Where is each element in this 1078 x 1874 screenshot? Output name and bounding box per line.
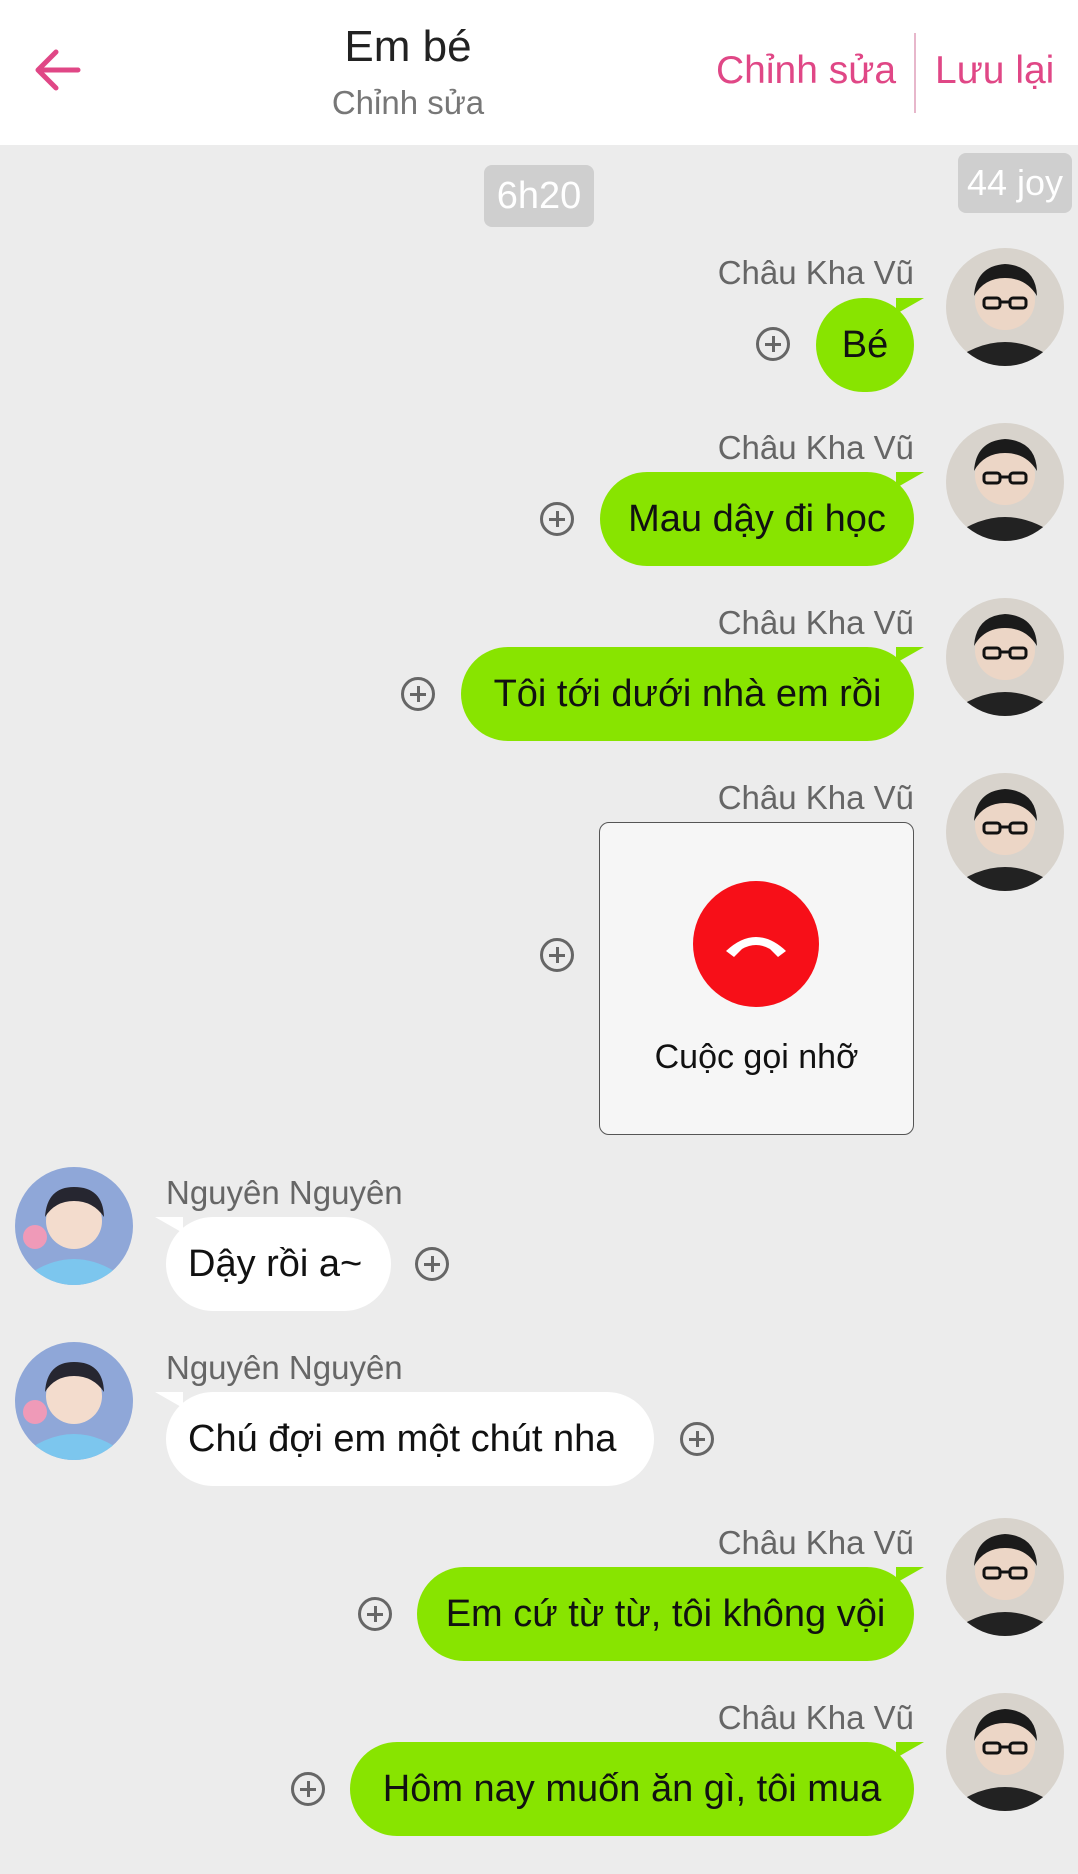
missed-call-icon <box>693 881 819 1007</box>
add-reaction-icon[interactable] <box>540 502 574 536</box>
sender-name: Châu Kha Vũ <box>717 604 914 641</box>
avatar-chau-kha-vu[interactable] <box>946 598 1064 716</box>
joy-badge: 44 joy <box>958 153 1072 213</box>
avatar-nguyen-nguyen[interactable] <box>15 1167 133 1285</box>
sender-name: Châu Kha Vũ <box>717 429 914 466</box>
message-bubble[interactable]: Em cứ từ từ, tôi không vội <box>417 1567 914 1661</box>
bubble-tail <box>896 472 924 488</box>
message-bubble[interactable]: Dậy rồi a~ <box>166 1217 391 1311</box>
chat-subtitle: Chỉnh sửa <box>331 84 485 121</box>
bubble-tail <box>896 298 924 314</box>
missed-call-card[interactable]: Cuộc gọi nhỡ <box>599 822 914 1135</box>
missed-call-label: Cuộc gọi nhỡ <box>654 1038 859 1076</box>
chat-title: Em bé <box>344 22 472 71</box>
bubble-tail <box>896 647 924 663</box>
message-bubble[interactable]: Chú đợi em một chút nha <box>166 1392 654 1486</box>
add-reaction-icon[interactable] <box>756 327 790 361</box>
add-reaction-icon[interactable] <box>415 1247 449 1281</box>
avatar-chau-kha-vu[interactable] <box>946 1693 1064 1811</box>
avatar-chau-kha-vu[interactable] <box>946 1518 1064 1636</box>
avatar-chau-kha-vu[interactable] <box>946 423 1064 541</box>
add-reaction-icon[interactable] <box>540 938 574 972</box>
save-button[interactable]: Lưu lại <box>935 49 1054 93</box>
sender-name: Châu Kha Vũ <box>717 254 914 291</box>
add-reaction-icon[interactable] <box>680 1422 714 1456</box>
add-reaction-icon[interactable] <box>401 677 435 711</box>
message-bubble[interactable]: Mau dậy đi học <box>600 472 914 566</box>
sender-name: Châu Kha Vũ <box>717 1699 914 1736</box>
avatar-nguyen-nguyen[interactable] <box>15 1342 133 1460</box>
time-separator: 6h20 <box>484 165 594 227</box>
sender-name: Nguyên Nguyên <box>166 1349 403 1386</box>
bubble-tail <box>896 1567 924 1583</box>
message-bubble[interactable]: Tôi tới dưới nhà em rồi <box>461 647 914 741</box>
bubble-tail <box>896 1742 924 1758</box>
bubble-tail <box>155 1217 183 1233</box>
edit-button[interactable]: Chỉnh sửa <box>716 49 896 93</box>
sender-name: Châu Kha Vũ <box>717 1524 914 1561</box>
header-divider <box>914 33 916 113</box>
bubble-tail <box>155 1392 183 1408</box>
add-reaction-icon[interactable] <box>358 1597 392 1631</box>
chat-header: Em bé Chỉnh sửa Chỉnh sửa Lưu lại <box>0 0 1078 145</box>
message-bubble[interactable]: Hôm nay muốn ăn gì, tôi mua <box>350 1742 914 1836</box>
add-reaction-icon[interactable] <box>291 1772 325 1806</box>
avatar-chau-kha-vu[interactable] <box>946 248 1064 366</box>
sender-name: Nguyên Nguyên <box>166 1174 403 1211</box>
avatar-chau-kha-vu[interactable] <box>946 773 1064 891</box>
sender-name: Châu Kha Vũ <box>717 779 914 816</box>
